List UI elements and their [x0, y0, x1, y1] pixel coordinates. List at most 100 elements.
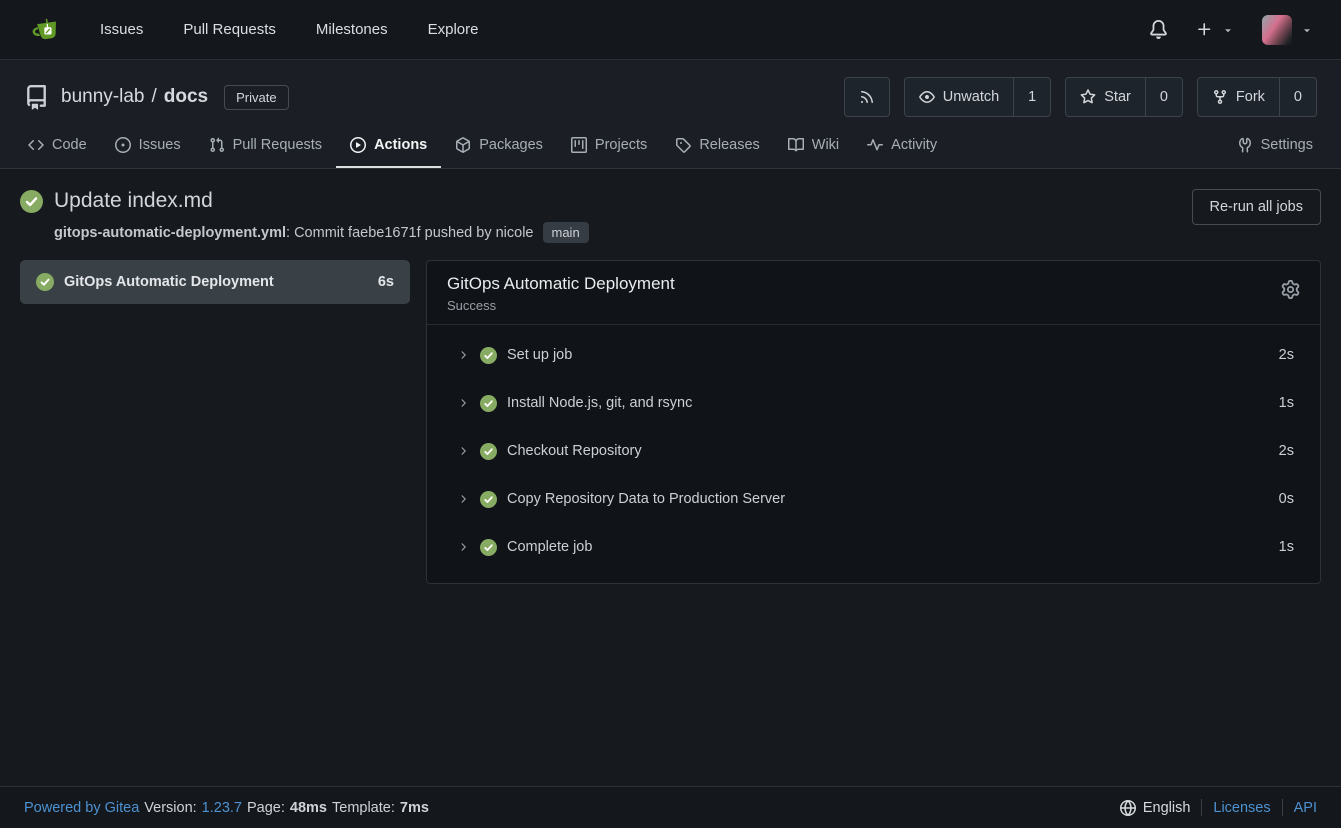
tab-releases[interactable]: Releases [661, 125, 773, 168]
repo-breadcrumb: bunny-lab / docs [61, 86, 208, 108]
watch-count[interactable]: 1 [1013, 78, 1050, 116]
watch-button-group: Unwatch 1 [904, 77, 1052, 117]
tab-wiki[interactable]: Wiki [774, 125, 853, 168]
pulse-icon [867, 137, 883, 153]
language-selector[interactable]: English [1120, 800, 1191, 816]
step-duration: 1s [1279, 395, 1294, 411]
tab-packages[interactable]: Packages [441, 125, 557, 168]
nav-link-issues[interactable]: Issues [100, 21, 143, 38]
step-row-copy-data[interactable]: Copy Repository Data to Production Serve… [427, 475, 1320, 523]
run-title: Update index.md [54, 189, 213, 213]
powered-by-gitea-link[interactable]: Powered by Gitea [24, 800, 139, 816]
fork-count[interactable]: 0 [1279, 78, 1316, 116]
job-duration: 6s [378, 274, 394, 290]
rss-icon [859, 89, 875, 105]
project-icon [571, 137, 587, 153]
star-button[interactable]: Star [1066, 78, 1145, 116]
notifications-bell-icon[interactable] [1149, 20, 1168, 39]
step-row-install-tools[interactable]: Install Node.js, git, and rsync 1s [427, 379, 1320, 427]
chevron-right-icon[interactable] [457, 349, 469, 361]
run-header: Update index.md gitops-automatic-deploym… [20, 189, 1321, 243]
rerun-all-jobs-button[interactable]: Re-run all jobs [1192, 189, 1322, 225]
fork-button[interactable]: Fork [1198, 78, 1279, 116]
private-badge: Private [224, 85, 288, 110]
footer-divider [1201, 799, 1202, 816]
chevron-down-icon [1222, 24, 1234, 36]
nav-link-milestones[interactable]: Milestones [316, 21, 388, 38]
job-list-item[interactable]: GitOps Automatic Deployment 6s [20, 260, 410, 304]
eye-icon [919, 89, 935, 105]
success-check-icon [480, 347, 497, 364]
star-icon [1080, 89, 1096, 105]
chevron-right-icon[interactable] [457, 493, 469, 505]
job-name: GitOps Automatic Deployment [64, 274, 368, 290]
api-link[interactable]: API [1294, 800, 1317, 816]
breadcrumb-separator: / [151, 86, 156, 107]
user-menu[interactable] [1262, 15, 1313, 45]
tab-issues[interactable]: Issues [101, 125, 195, 168]
tab-pull-requests[interactable]: Pull Requests [195, 125, 336, 168]
plus-icon [1196, 21, 1213, 38]
licenses-link[interactable]: Licenses [1213, 800, 1270, 816]
run-header-left: Update index.md gitops-automatic-deploym… [20, 189, 589, 243]
chevron-right-icon[interactable] [457, 541, 469, 553]
run-title-row: Update index.md [20, 189, 589, 213]
repo-tabs: Code Issues Pull Requests Actions Packag… [0, 125, 1341, 168]
repo-action-buttons: Unwatch 1 Star 0 Fork 0 [844, 77, 1317, 117]
star-count[interactable]: 0 [1145, 78, 1182, 116]
success-check-icon [20, 190, 43, 213]
template-time: 7ms [400, 800, 429, 816]
job-panel-title: GitOps Automatic Deployment [447, 274, 675, 294]
job-list: GitOps Automatic Deployment 6s [20, 260, 410, 304]
step-row-complete-job[interactable]: Complete job 1s [427, 523, 1320, 571]
repo-icon [24, 85, 49, 110]
step-duration: 2s [1279, 347, 1294, 363]
step-duration: 2s [1279, 443, 1294, 459]
tab-settings[interactable]: Settings [1223, 125, 1327, 168]
repo-owner-link[interactable]: bunny-lab [61, 86, 144, 107]
issue-icon [115, 137, 131, 153]
tab-activity[interactable]: Activity [853, 125, 951, 168]
nav-link-explore[interactable]: Explore [428, 21, 479, 38]
success-check-icon [480, 395, 497, 412]
avatar [1262, 15, 1292, 45]
fork-button-group: Fork 0 [1197, 77, 1317, 117]
gitea-actions-page: Issues Pull Requests Milestones Explore … [0, 0, 1341, 828]
fork-icon [1212, 89, 1228, 105]
job-panel-header: GitOps Automatic Deployment Success [427, 261, 1320, 325]
gear-icon[interactable] [1281, 280, 1300, 299]
globe-icon [1120, 800, 1136, 816]
tools-icon [1237, 137, 1253, 153]
tag-icon [675, 137, 691, 153]
footer-left: Powered by Gitea Version: 1.23.7 Page: 4… [24, 800, 429, 816]
book-icon [788, 137, 804, 153]
gitea-logo-icon[interactable] [28, 14, 64, 46]
tab-projects[interactable]: Projects [557, 125, 661, 168]
branch-badge[interactable]: main [543, 222, 589, 243]
footer-divider [1282, 799, 1283, 816]
navbar-right [1149, 15, 1313, 45]
run-body: GitOps Automatic Deployment 6s GitOps Au… [20, 260, 1321, 584]
version-link[interactable]: 1.23.7 [202, 800, 242, 816]
unwatch-button[interactable]: Unwatch [905, 78, 1013, 116]
success-check-icon [480, 443, 497, 460]
nav-links: Issues Pull Requests Milestones Explore [100, 21, 478, 38]
footer-right: English Licenses API [1120, 799, 1317, 816]
top-navbar: Issues Pull Requests Milestones Explore [0, 0, 1341, 60]
step-row-checkout-repository[interactable]: Checkout Repository 2s [427, 427, 1320, 475]
rss-button[interactable] [844, 77, 890, 117]
create-new-dropdown[interactable] [1196, 21, 1234, 38]
chevron-right-icon[interactable] [457, 397, 469, 409]
nav-link-pull-requests[interactable]: Pull Requests [183, 21, 276, 38]
commit-text: : Commit faebe1671f pushed by nicole [286, 225, 533, 241]
page-time: 48ms [290, 800, 327, 816]
step-row-set-up-job[interactable]: Set up job 2s [427, 331, 1320, 379]
page-label: Page: [247, 800, 285, 816]
tab-code[interactable]: Code [14, 125, 101, 168]
repo-header: bunny-lab / docs Private Unwatch 1 [0, 60, 1341, 169]
success-check-icon [480, 491, 497, 508]
footer: Powered by Gitea Version: 1.23.7 Page: 4… [0, 786, 1341, 828]
chevron-right-icon[interactable] [457, 445, 469, 457]
tab-actions[interactable]: Actions [336, 125, 441, 168]
repo-name-link[interactable]: docs [164, 86, 208, 107]
